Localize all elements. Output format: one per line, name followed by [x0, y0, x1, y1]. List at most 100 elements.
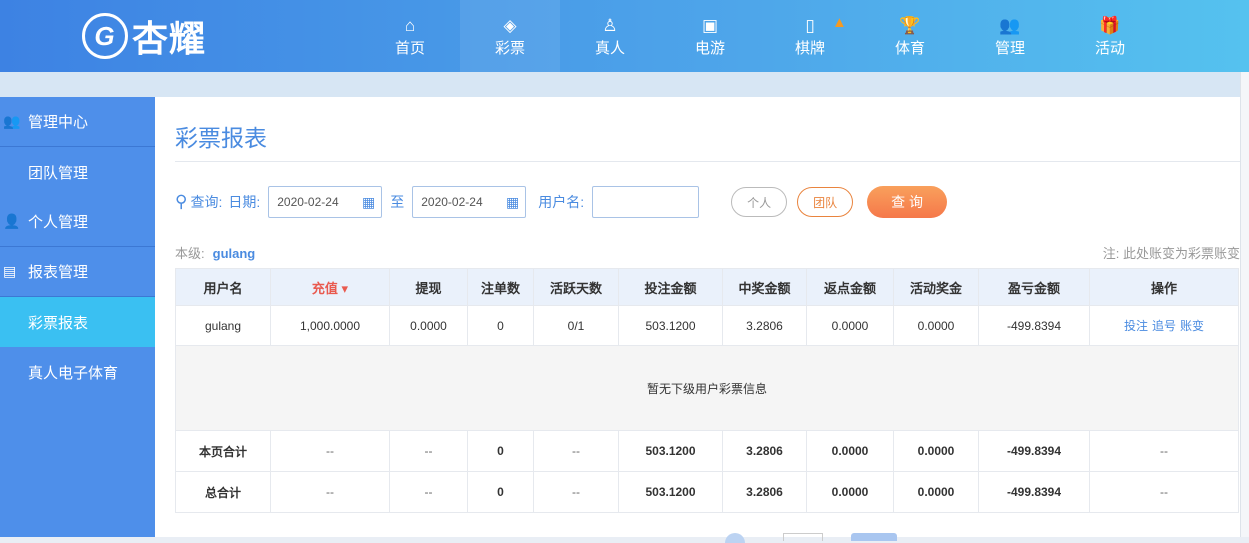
- nav-label: 电游: [694, 39, 725, 57]
- brand-logo[interactable]: G 杏耀: [82, 4, 206, 68]
- column-header: 活跃天数: [533, 268, 619, 306]
- sidebar-item-2[interactable]: 👤 个人管理: [0, 197, 155, 247]
- cell: 503.1200: [618, 471, 723, 513]
- nav-label: 首页: [394, 39, 425, 57]
- column-header: 用户名: [175, 268, 271, 306]
- nav-label: 彩票: [494, 39, 525, 57]
- level-label: 本级:: [175, 246, 205, 261]
- action-link[interactable]: 投注: [1124, 319, 1148, 333]
- empty-message: 暂无下级用户彩票信息: [175, 345, 1239, 431]
- cell: 0: [467, 305, 534, 346]
- action-link[interactable]: 账变: [1180, 319, 1204, 333]
- sidebar-label: 个人管理: [28, 214, 89, 231]
- sidebar-icon: 👥: [3, 113, 21, 129]
- cell: 0.0000: [893, 471, 979, 513]
- column-header: 盈亏金额: [978, 268, 1090, 306]
- mahjong-icon: ▯: [805, 15, 815, 35]
- cell: --: [389, 430, 468, 472]
- sidebar-label: 彩票报表: [28, 314, 89, 332]
- sidebar-item-3[interactable]: ▤ 报表管理: [0, 247, 155, 297]
- cell: 3.2806: [722, 430, 807, 472]
- cell: -499.8394: [978, 471, 1090, 513]
- home-icon: ⌂: [404, 15, 416, 35]
- nav-item-1[interactable]: ◈ 彩票: [460, 0, 560, 72]
- cell: 总合计: [175, 471, 271, 513]
- page-go-button[interactable]: [851, 533, 897, 541]
- column-header[interactable]: 充值 ▾: [270, 268, 390, 306]
- team-button[interactable]: 团队: [797, 187, 854, 217]
- date-from-value: 2020-02-24: [277, 195, 339, 209]
- nav-label: 体育: [894, 39, 925, 57]
- table-row: gulang 1,000.0000 0.0000 0 0/1 503.1200 3.2806…: [175, 305, 1239, 346]
- cell: --: [270, 471, 390, 513]
- divider: [175, 161, 1240, 162]
- level-user: gulang: [212, 246, 256, 261]
- cell: -499.8394: [978, 305, 1090, 346]
- nav-item-5[interactable]: 🏆 体育: [860, 0, 960, 72]
- column-header: 中奖金额: [722, 268, 807, 306]
- column-header: 活动奖金: [893, 268, 979, 306]
- date-to-value: 2020-02-24: [421, 195, 483, 209]
- cell: 503.1200: [618, 305, 723, 346]
- cell: --: [1089, 430, 1239, 472]
- username-input[interactable]: [592, 186, 700, 218]
- cell: 本页合计: [175, 430, 271, 472]
- right-scrollbar[interactable]: [1240, 72, 1249, 537]
- search-icon: ⚲: [175, 192, 188, 211]
- brand-name: 杏耀: [132, 18, 207, 59]
- nav-item-7[interactable]: 🎁 活动: [1060, 0, 1160, 72]
- cell: 0.0000: [893, 305, 979, 346]
- search-button[interactable]: 查 询: [867, 186, 948, 218]
- nav-item-3[interactable]: ▣ 电游: [660, 0, 760, 72]
- cell: 0.0000: [806, 305, 894, 346]
- slot-machine-icon: ▣: [701, 15, 719, 35]
- sidebar-item-5[interactable]: 真人电子体育: [0, 347, 155, 397]
- personal-button[interactable]: 个人: [731, 187, 788, 217]
- sidebar-item-4[interactable]: 彩票报表: [0, 297, 155, 347]
- page-title: 彩票报表: [175, 125, 267, 151]
- cell[interactable]: gulang: [175, 305, 271, 346]
- cell: 0.0000: [806, 471, 894, 513]
- cell: 3.2806: [722, 471, 807, 513]
- sidebar-icon: 👤: [3, 213, 21, 229]
- nav-item-2[interactable]: ♙ 真人: [560, 0, 660, 72]
- cell: 0.0000: [893, 430, 979, 472]
- calendar-icon: ▦: [506, 193, 520, 210]
- page-input[interactable]: [783, 533, 823, 541]
- report-table: 用户名 充值 ▾ 提现 注单数 活跃天数 投注金额 中奖金额 返点金额 活动奖金 盈亏金额 操作 g…: [175, 268, 1239, 513]
- cell: 1,000.0000: [270, 305, 390, 346]
- sub-band: [0, 72, 1249, 97]
- grand-total-row: 总合计 -- -- 0 -- 503.1200 3.2806 0.0000 0.0000 -499…: [175, 471, 1239, 513]
- page-prev[interactable]: [725, 533, 745, 543]
- column-header: 操作: [1089, 268, 1239, 306]
- nav-item-0[interactable]: ⌂ 首页: [360, 0, 460, 72]
- sidebar-icon: ▤: [3, 263, 17, 279]
- username-label: 用户名:: [538, 194, 585, 210]
- cell: 3.2806: [722, 305, 807, 346]
- cell: --: [533, 430, 619, 472]
- actions-cell: 投注 追号 账变: [1089, 305, 1239, 346]
- cell: --: [270, 430, 390, 472]
- action-link[interactable]: 追号: [1152, 319, 1176, 333]
- query-label: 查询:: [190, 194, 223, 210]
- sidebar-label: 团队管理: [28, 164, 89, 182]
- gift-icon: 🎁: [1099, 15, 1121, 35]
- empty-row: 暂无下级用户彩票信息: [175, 345, 1239, 431]
- nav-item-6[interactable]: 👥 管理: [960, 0, 1060, 72]
- nav-item-4[interactable]: ▯ 棋牌 ▲: [760, 0, 860, 72]
- top-header: G 杏耀 ⌂ 首页 ◈ 彩票 ♙ 真人 ▣ 电游 ▯ 棋牌 ▲ 🏆 体育 👥 管理 🎁 活动: [0, 0, 1249, 72]
- cell: 0/1: [533, 305, 619, 346]
- sidebar-item-0[interactable]: 👥 管理中心: [0, 97, 155, 147]
- column-header: 提现: [389, 268, 468, 306]
- sidebar-item-1[interactable]: 团队管理: [0, 147, 155, 197]
- cell: -499.8394: [978, 430, 1090, 472]
- date-to-input[interactable]: 2020-02-24 ▦: [412, 186, 527, 218]
- cell: 0.0000: [389, 305, 468, 346]
- main-content: 彩票报表 ⚲ 查询: 日期: 2020-02-24 ▦ 至 2020-02-24 ▦…: [155, 97, 1240, 543]
- cell: --: [533, 471, 619, 513]
- nav-label: 管理: [994, 39, 1025, 57]
- column-header: 注单数: [467, 268, 534, 306]
- date-from-input[interactable]: 2020-02-24 ▦: [268, 186, 383, 218]
- lottery-icon: ◈: [503, 15, 517, 35]
- sidebar-label: 报表管理: [28, 264, 89, 281]
